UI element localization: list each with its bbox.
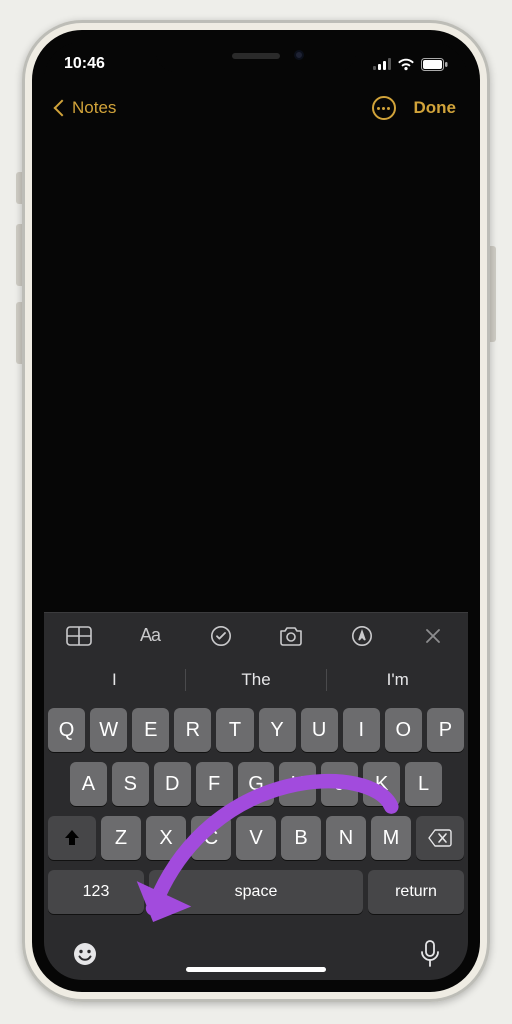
text-format-button[interactable]: Aa xyxy=(130,621,170,651)
status-time: 10:46 xyxy=(64,55,105,73)
key-o[interactable]: O xyxy=(385,708,422,752)
shift-key[interactable] xyxy=(48,816,96,860)
battery-icon xyxy=(421,58,448,71)
back-button[interactable]: Notes xyxy=(56,98,116,118)
key-c[interactable]: C xyxy=(191,816,231,860)
checklist-button[interactable] xyxy=(201,621,241,651)
key-b[interactable]: B xyxy=(281,816,321,860)
key-y[interactable]: Y xyxy=(259,708,296,752)
key-u[interactable]: U xyxy=(301,708,338,752)
key-w[interactable]: W xyxy=(90,708,127,752)
key-i[interactable]: I xyxy=(343,708,380,752)
key-m[interactable]: M xyxy=(371,816,411,860)
key-h[interactable]: H xyxy=(279,762,316,806)
key-v[interactable]: V xyxy=(236,816,276,860)
key-e[interactable]: E xyxy=(132,708,169,752)
format-toolbar: Aa xyxy=(44,612,468,658)
key-s[interactable]: S xyxy=(112,762,149,806)
delete-key[interactable] xyxy=(416,816,464,860)
keyboard: QWERTYUIOP ASDFGHJKL ZXCVBNM 123 space r… xyxy=(44,702,468,932)
key-p[interactable]: P xyxy=(427,708,464,752)
phone-frame: 10:46 xyxy=(22,20,490,1002)
back-label: Notes xyxy=(72,98,116,118)
nav-bar: Notes Done xyxy=(44,86,468,130)
key-g[interactable]: G xyxy=(238,762,275,806)
keyboard-bottom-bar xyxy=(44,932,468,980)
markup-button[interactable] xyxy=(342,621,382,651)
key-j[interactable]: J xyxy=(321,762,358,806)
key-n[interactable]: N xyxy=(326,816,366,860)
prediction-slot-3[interactable]: I'm xyxy=(327,664,468,696)
space-key[interactable]: space xyxy=(149,870,363,914)
chevron-left-icon xyxy=(54,100,71,117)
key-f[interactable]: F xyxy=(196,762,233,806)
more-options-button[interactable] xyxy=(372,96,396,120)
numbers-key[interactable]: 123 xyxy=(48,870,144,914)
key-q[interactable]: Q xyxy=(48,708,85,752)
table-insert-button[interactable] xyxy=(59,621,99,651)
home-indicator[interactable] xyxy=(186,967,326,972)
done-button[interactable]: Done xyxy=(414,98,457,118)
dictation-button[interactable] xyxy=(420,940,440,973)
toolbar-close-button[interactable] xyxy=(413,621,453,651)
key-k[interactable]: K xyxy=(363,762,400,806)
key-l[interactable]: L xyxy=(405,762,442,806)
cell-signal-icon xyxy=(373,58,391,70)
key-a[interactable]: A xyxy=(70,762,107,806)
prediction-slot-1[interactable]: I xyxy=(44,664,185,696)
key-z[interactable]: Z xyxy=(101,816,141,860)
prediction-slot-2[interactable]: The xyxy=(186,664,327,696)
note-editor[interactable] xyxy=(44,130,468,612)
power-button xyxy=(490,246,496,342)
key-d[interactable]: D xyxy=(154,762,191,806)
wifi-icon xyxy=(397,58,415,71)
emoji-keyboard-button[interactable] xyxy=(72,941,98,972)
notch xyxy=(156,40,356,72)
return-key[interactable]: return xyxy=(368,870,464,914)
camera-button[interactable] xyxy=(271,621,311,651)
prediction-bar: I The I'm xyxy=(44,658,468,702)
key-t[interactable]: T xyxy=(216,708,253,752)
key-r[interactable]: R xyxy=(174,708,211,752)
key-x[interactable]: X xyxy=(146,816,186,860)
